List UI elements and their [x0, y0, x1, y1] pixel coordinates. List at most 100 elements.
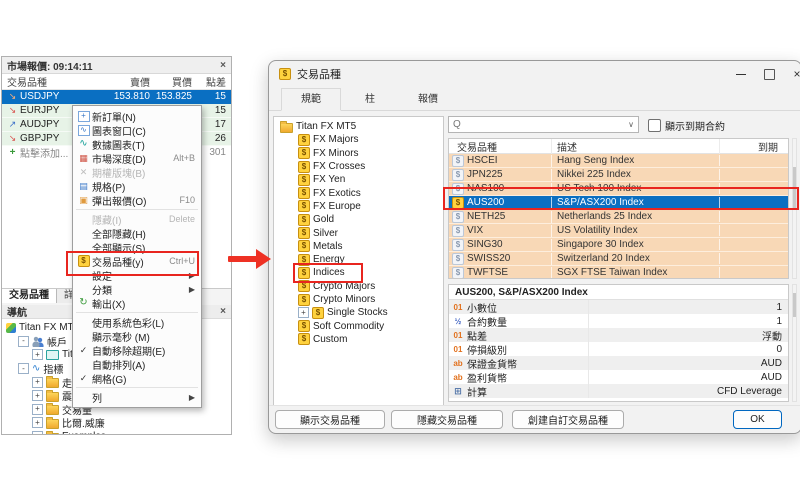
minimize-button[interactable]	[727, 64, 755, 84]
column-bid[interactable]: 賣價	[102, 74, 150, 89]
symbol-row[interactable]: $ NAS100 US Tech 100 Index	[449, 182, 788, 196]
tree-item[interactable]: $Crypto Minors	[274, 293, 443, 306]
details-scrollbar[interactable]	[792, 284, 797, 402]
menu-item[interactable]: + 新訂單(N)	[73, 109, 201, 123]
menu-item[interactable]: 自動排列(A)	[73, 357, 201, 371]
menu-item-label: 分類	[92, 282, 185, 297]
tab-symbols[interactable]: 交易品種	[2, 289, 57, 303]
tree-item[interactable]: $Silver	[274, 226, 443, 239]
menu-item[interactable]: ▣ 彈出報價(O)F10	[73, 193, 201, 207]
menu-item[interactable]: ✓ 自動移除超期(E)	[73, 343, 201, 357]
dialog-tab[interactable]: 柱	[341, 89, 399, 110]
tree-item-label: 帳戶	[47, 334, 67, 349]
tree-expander[interactable]: +	[32, 377, 43, 388]
tree-item[interactable]: $Soft Commodity	[274, 319, 443, 332]
ok-button[interactable]: OK	[733, 410, 782, 429]
coin-icon: $	[452, 211, 464, 223]
menu-item[interactable]: 顯示毫秒 (M)	[73, 329, 201, 343]
tree-item[interactable]: $Gold	[274, 213, 443, 226]
menu-item[interactable]: $ 交易品種(y)Ctrl+U	[73, 254, 201, 268]
tree-item[interactable]: $FX Europe	[274, 200, 443, 213]
symbol-groups-tree: Titan FX MT5 $FX Majors $FX Minors $FX C…	[273, 116, 444, 406]
search-input[interactable]	[464, 118, 628, 131]
tree-expander[interactable]: -	[18, 363, 29, 374]
symbol-row[interactable]: $ SWISS20 Switzerland 20 Index	[449, 252, 788, 266]
detail-row[interactable]: ½ 合約數量 1	[449, 314, 788, 328]
menu-item[interactable]: ✕ 期權版塊(B)	[73, 165, 201, 179]
dialog-tab[interactable]: 規範	[281, 88, 341, 111]
tree-item[interactable]: $Metals	[274, 240, 443, 253]
dialog-titlebar: $ 交易品種	[269, 61, 800, 87]
tree-item[interactable]: $FX Exotics	[274, 186, 443, 199]
detail-row[interactable]: 01 點差 浮動	[449, 328, 788, 342]
tree-expander[interactable]: +	[32, 431, 43, 435]
menu-item[interactable]: ∿ 數據圖表(T)	[73, 137, 201, 151]
close-icon[interactable]: ×	[220, 306, 226, 317]
tree-expander[interactable]: +	[32, 404, 43, 415]
column-expiry[interactable]: 到期	[720, 139, 788, 154]
show-expired-checkbox[interactable]: 顯示到期合約	[648, 118, 725, 133]
tree-item[interactable]: $Indices	[274, 266, 443, 279]
menu-item[interactable]: 全部隱藏(H)	[73, 226, 201, 240]
detail-row[interactable]: 01 小數位 1	[449, 300, 788, 314]
chevron-down-icon[interactable]: ∨	[628, 120, 634, 129]
symbol-description: SGX FTSE Taiwan Index	[552, 267, 720, 278]
menu-item[interactable]: ↻ 輸出(X)	[73, 296, 201, 310]
show-symbol-button[interactable]: 顯示交易品種	[275, 410, 385, 429]
detail-row[interactable]: 01 停損級別 0	[449, 342, 788, 356]
tree-item[interactable]: $FX Crosses	[274, 160, 443, 173]
symbol-row[interactable]: $ AUS200 S&P/ASX200 Index	[449, 196, 788, 210]
menu-item[interactable]: ✓ 網格(G)	[73, 371, 201, 385]
symbol-row[interactable]: $ JPN225 Nikkei 225 Index	[449, 168, 788, 182]
maximize-button[interactable]	[755, 64, 783, 84]
table-scrollbar[interactable]	[792, 138, 797, 279]
hide-symbol-button[interactable]: 隱藏交易品種	[391, 410, 503, 429]
menu-item[interactable]: 全部顯示(S)	[73, 240, 201, 254]
symbol-row[interactable]: $ HSCEI Hang Seng Index	[449, 154, 788, 168]
tree-item[interactable]: +Examples	[2, 430, 231, 435]
symbol-row[interactable]: $ SING30 Singapore 30 Index	[449, 238, 788, 252]
tree-item[interactable]: $FX Majors	[274, 133, 443, 146]
column-description[interactable]: 描述	[552, 139, 720, 154]
column-symbol[interactable]: 交易品種	[2, 74, 102, 89]
tree-item[interactable]: $Energy	[274, 253, 443, 266]
tree-expander[interactable]: +	[32, 390, 43, 401]
tree-expander[interactable]: +	[298, 307, 309, 318]
column-symbol[interactable]: 交易品種	[449, 139, 552, 154]
tree-item[interactable]: +比爾.威廉	[2, 416, 231, 430]
checkbox-icon[interactable]	[648, 119, 661, 132]
tree-expander[interactable]: +	[32, 417, 43, 428]
menu-item[interactable]: 列▶	[73, 390, 201, 404]
tree-expander[interactable]: -	[18, 336, 29, 347]
menu-item[interactable]: ▦ 市場深度(D)Alt+B	[73, 151, 201, 165]
detail-row[interactable]: ab 保證金貨幣 AUD	[449, 356, 788, 370]
close-button[interactable]: ×	[783, 64, 800, 84]
column-spread[interactable]: 點差	[192, 74, 231, 89]
coin-icon: $	[298, 254, 310, 266]
menu-item[interactable]: 隱藏(I)Delete	[73, 212, 201, 226]
detail-row[interactable]: ab 盈利貨幣 AUD	[449, 370, 788, 384]
close-icon[interactable]: ×	[220, 60, 226, 71]
symbol-row[interactable]: $ NETH25 Netherlands 25 Index	[449, 210, 788, 224]
menu-item[interactable]: ▤ 規格(P)	[73, 179, 201, 193]
market-watch-row[interactable]: ↘USDJPY 153.810 153.825 15	[2, 90, 231, 104]
menu-item[interactable]: 使用系統色彩(L)	[73, 315, 201, 329]
detail-row[interactable]: ⊞ 計算 CFD Leverage	[449, 384, 788, 398]
symbol-row[interactable]: $ TWFTSE SGX FTSE Taiwan Index	[449, 266, 788, 279]
menu-item-label: 列	[92, 390, 185, 405]
tree-item[interactable]: $FX Yen	[274, 173, 443, 186]
tree-item[interactable]: $Crypto Majors	[274, 280, 443, 293]
tree-item[interactable]: $FX Minors	[274, 147, 443, 160]
dialog-tab[interactable]: 報價	[399, 89, 457, 110]
column-ask[interactable]: 買價	[150, 74, 192, 89]
symbol-row[interactable]: $ VIX US Volatility Index	[449, 224, 788, 238]
menu-item[interactable]: 分類▶	[73, 282, 201, 296]
tree-item[interactable]: $Custom	[274, 333, 443, 346]
menu-item[interactable]: ∿ 圖表窗口(C)	[73, 123, 201, 137]
symbol-name: USDJPY	[20, 91, 59, 102]
menu-item[interactable]: 設定▶	[73, 268, 201, 282]
tree-item[interactable]: +$Single Stocks	[274, 306, 443, 319]
tree-item[interactable]: Titan FX MT5	[274, 120, 443, 133]
create-custom-symbol-button[interactable]: 創建自訂交易品種	[512, 410, 624, 429]
tree-expander[interactable]: +	[32, 349, 43, 360]
